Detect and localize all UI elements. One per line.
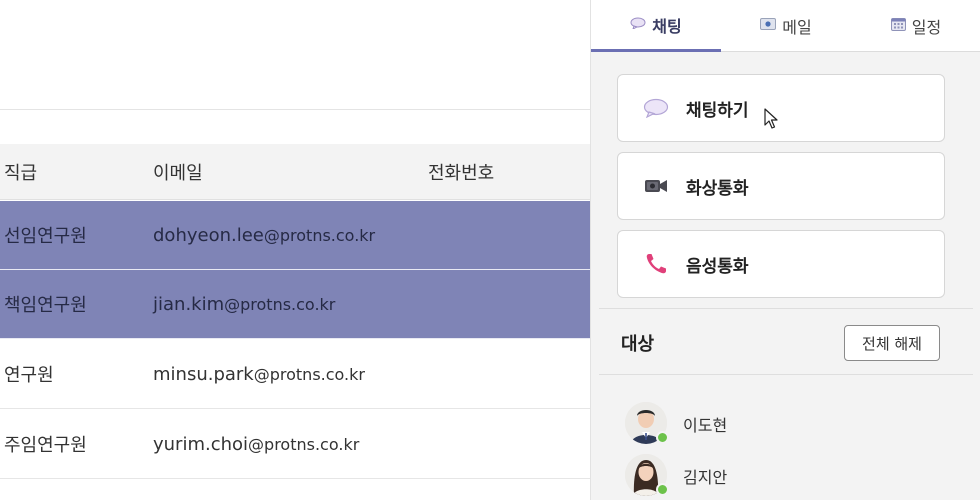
- cell-rank: 책임연구원: [4, 295, 87, 316]
- tab-label: 채팅: [652, 16, 682, 36]
- person-name: 이도현: [683, 416, 728, 435]
- start-chat-button[interactable]: 채팅하기: [617, 74, 945, 142]
- tab-label: 메일: [782, 18, 812, 37]
- table-toolbar-area: [0, 0, 590, 110]
- table-row[interactable]: 주임연구원 yurim.choi @protns.co.kr: [0, 410, 590, 479]
- column-header-email[interactable]: 이메일: [153, 144, 203, 199]
- action-label: 화상통화: [686, 178, 749, 199]
- table-row[interactable]: 연구원 minsu.park @protns.co.kr: [0, 340, 590, 409]
- target-person[interactable]: 이도현: [625, 402, 925, 446]
- cell-rank: 선임연구원: [4, 226, 87, 247]
- cell-email: dohyeon.lee @protns.co.kr: [153, 201, 375, 269]
- voice-call-button[interactable]: 음성통화: [617, 230, 945, 298]
- clear-all-button[interactable]: 전체 해제: [844, 325, 940, 361]
- tab-label: 일정: [911, 18, 942, 37]
- action-label: 음성통화: [686, 256, 749, 277]
- video-call-button[interactable]: 화상통화: [617, 152, 945, 220]
- calendar-icon: [890, 17, 906, 35]
- mouse-cursor-icon: [764, 108, 778, 129]
- email-user: yurim.choi: [153, 433, 249, 455]
- target-person[interactable]: 김지안: [625, 454, 925, 498]
- email-user: dohyeon.lee: [153, 224, 264, 246]
- chat-bubble-icon: [642, 94, 670, 122]
- tab-schedule[interactable]: 일정: [851, 0, 980, 52]
- cell-rank: 연구원: [4, 365, 54, 386]
- panel-tabs: 채팅 메일 일정: [591, 0, 980, 52]
- table-header-row: 직급 이메일 전화번호: [0, 144, 590, 200]
- email-user: minsu.park: [153, 363, 254, 385]
- email-domain: @protns.co.kr: [253, 364, 365, 384]
- column-header-phone[interactable]: 전화번호: [428, 144, 494, 199]
- tab-mail[interactable]: 메일: [721, 0, 851, 52]
- column-header-rank[interactable]: 직급: [4, 144, 37, 199]
- person-name: 김지안: [683, 468, 728, 487]
- action-label: 채팅하기: [686, 100, 749, 121]
- online-status-indicator: [656, 431, 669, 444]
- tab-chat[interactable]: 채팅: [591, 0, 721, 52]
- email-domain: @protns.co.kr: [263, 225, 376, 245]
- email-user: jian.kim: [153, 293, 225, 315]
- cell-email: jian.kim @protns.co.kr: [153, 270, 335, 338]
- employee-table: 직급 이메일 전화번호 선임연구원 dohyeon.lee @protns.co.…: [0, 0, 590, 500]
- target-section-title: 대상: [621, 334, 655, 355]
- mail-icon: [760, 18, 777, 34]
- email-domain: @protns.co.kr: [248, 434, 360, 454]
- speech-bubble-icon: [630, 17, 646, 33]
- section-divider: [599, 308, 973, 309]
- section-divider: [599, 374, 973, 375]
- cell-email: minsu.park @protns.co.kr: [153, 340, 365, 408]
- video-camera-icon: [642, 172, 670, 200]
- email-domain: @protns.co.kr: [224, 294, 336, 314]
- table-row[interactable]: 선임연구원 dohyeon.lee @protns.co.kr: [0, 201, 590, 270]
- online-status-indicator: [656, 483, 669, 496]
- table-row[interactable]: 책임연구원 jian.kim @protns.co.kr: [0, 270, 590, 339]
- communication-panel: 채팅 메일 일정 채팅하기 화상통화 음성통화 대상 전체 해제 이도현 김지안: [590, 0, 980, 500]
- cell-email: yurim.choi @protns.co.kr: [153, 410, 359, 478]
- cell-rank: 주임연구원: [4, 435, 87, 456]
- phone-icon: [642, 250, 670, 278]
